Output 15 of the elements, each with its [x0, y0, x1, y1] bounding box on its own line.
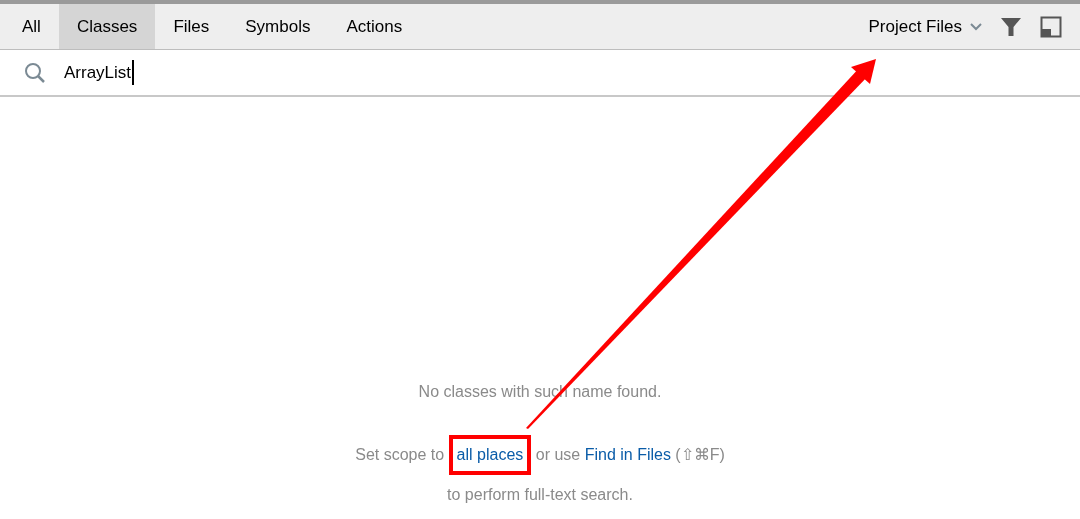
tab[interactable]: Classes — [58, 4, 156, 49]
tab[interactable]: Files — [155, 4, 228, 49]
scope-hint: Set scope to all places or use Find in Files (⇧⌘F) — [355, 441, 725, 469]
find-in-files-link[interactable]: Find in Files — [584, 443, 671, 467]
search-icon — [24, 61, 46, 84]
filter-icon[interactable] — [1000, 15, 1022, 38]
tab[interactable]: All — [4, 4, 59, 49]
scope-dropdown[interactable]: Project Files — [868, 4, 982, 49]
tab[interactable]: Symbols — [227, 4, 329, 49]
preview-panel-icon[interactable] — [1040, 15, 1062, 38]
search-text: ArrayList — [64, 59, 135, 86]
all-places-link[interactable]: all places — [456, 446, 524, 463]
chevron-down-icon — [970, 22, 982, 31]
hint-second-line: to perform full-text search. — [447, 485, 633, 505]
tab[interactable]: Actions — [328, 4, 421, 49]
